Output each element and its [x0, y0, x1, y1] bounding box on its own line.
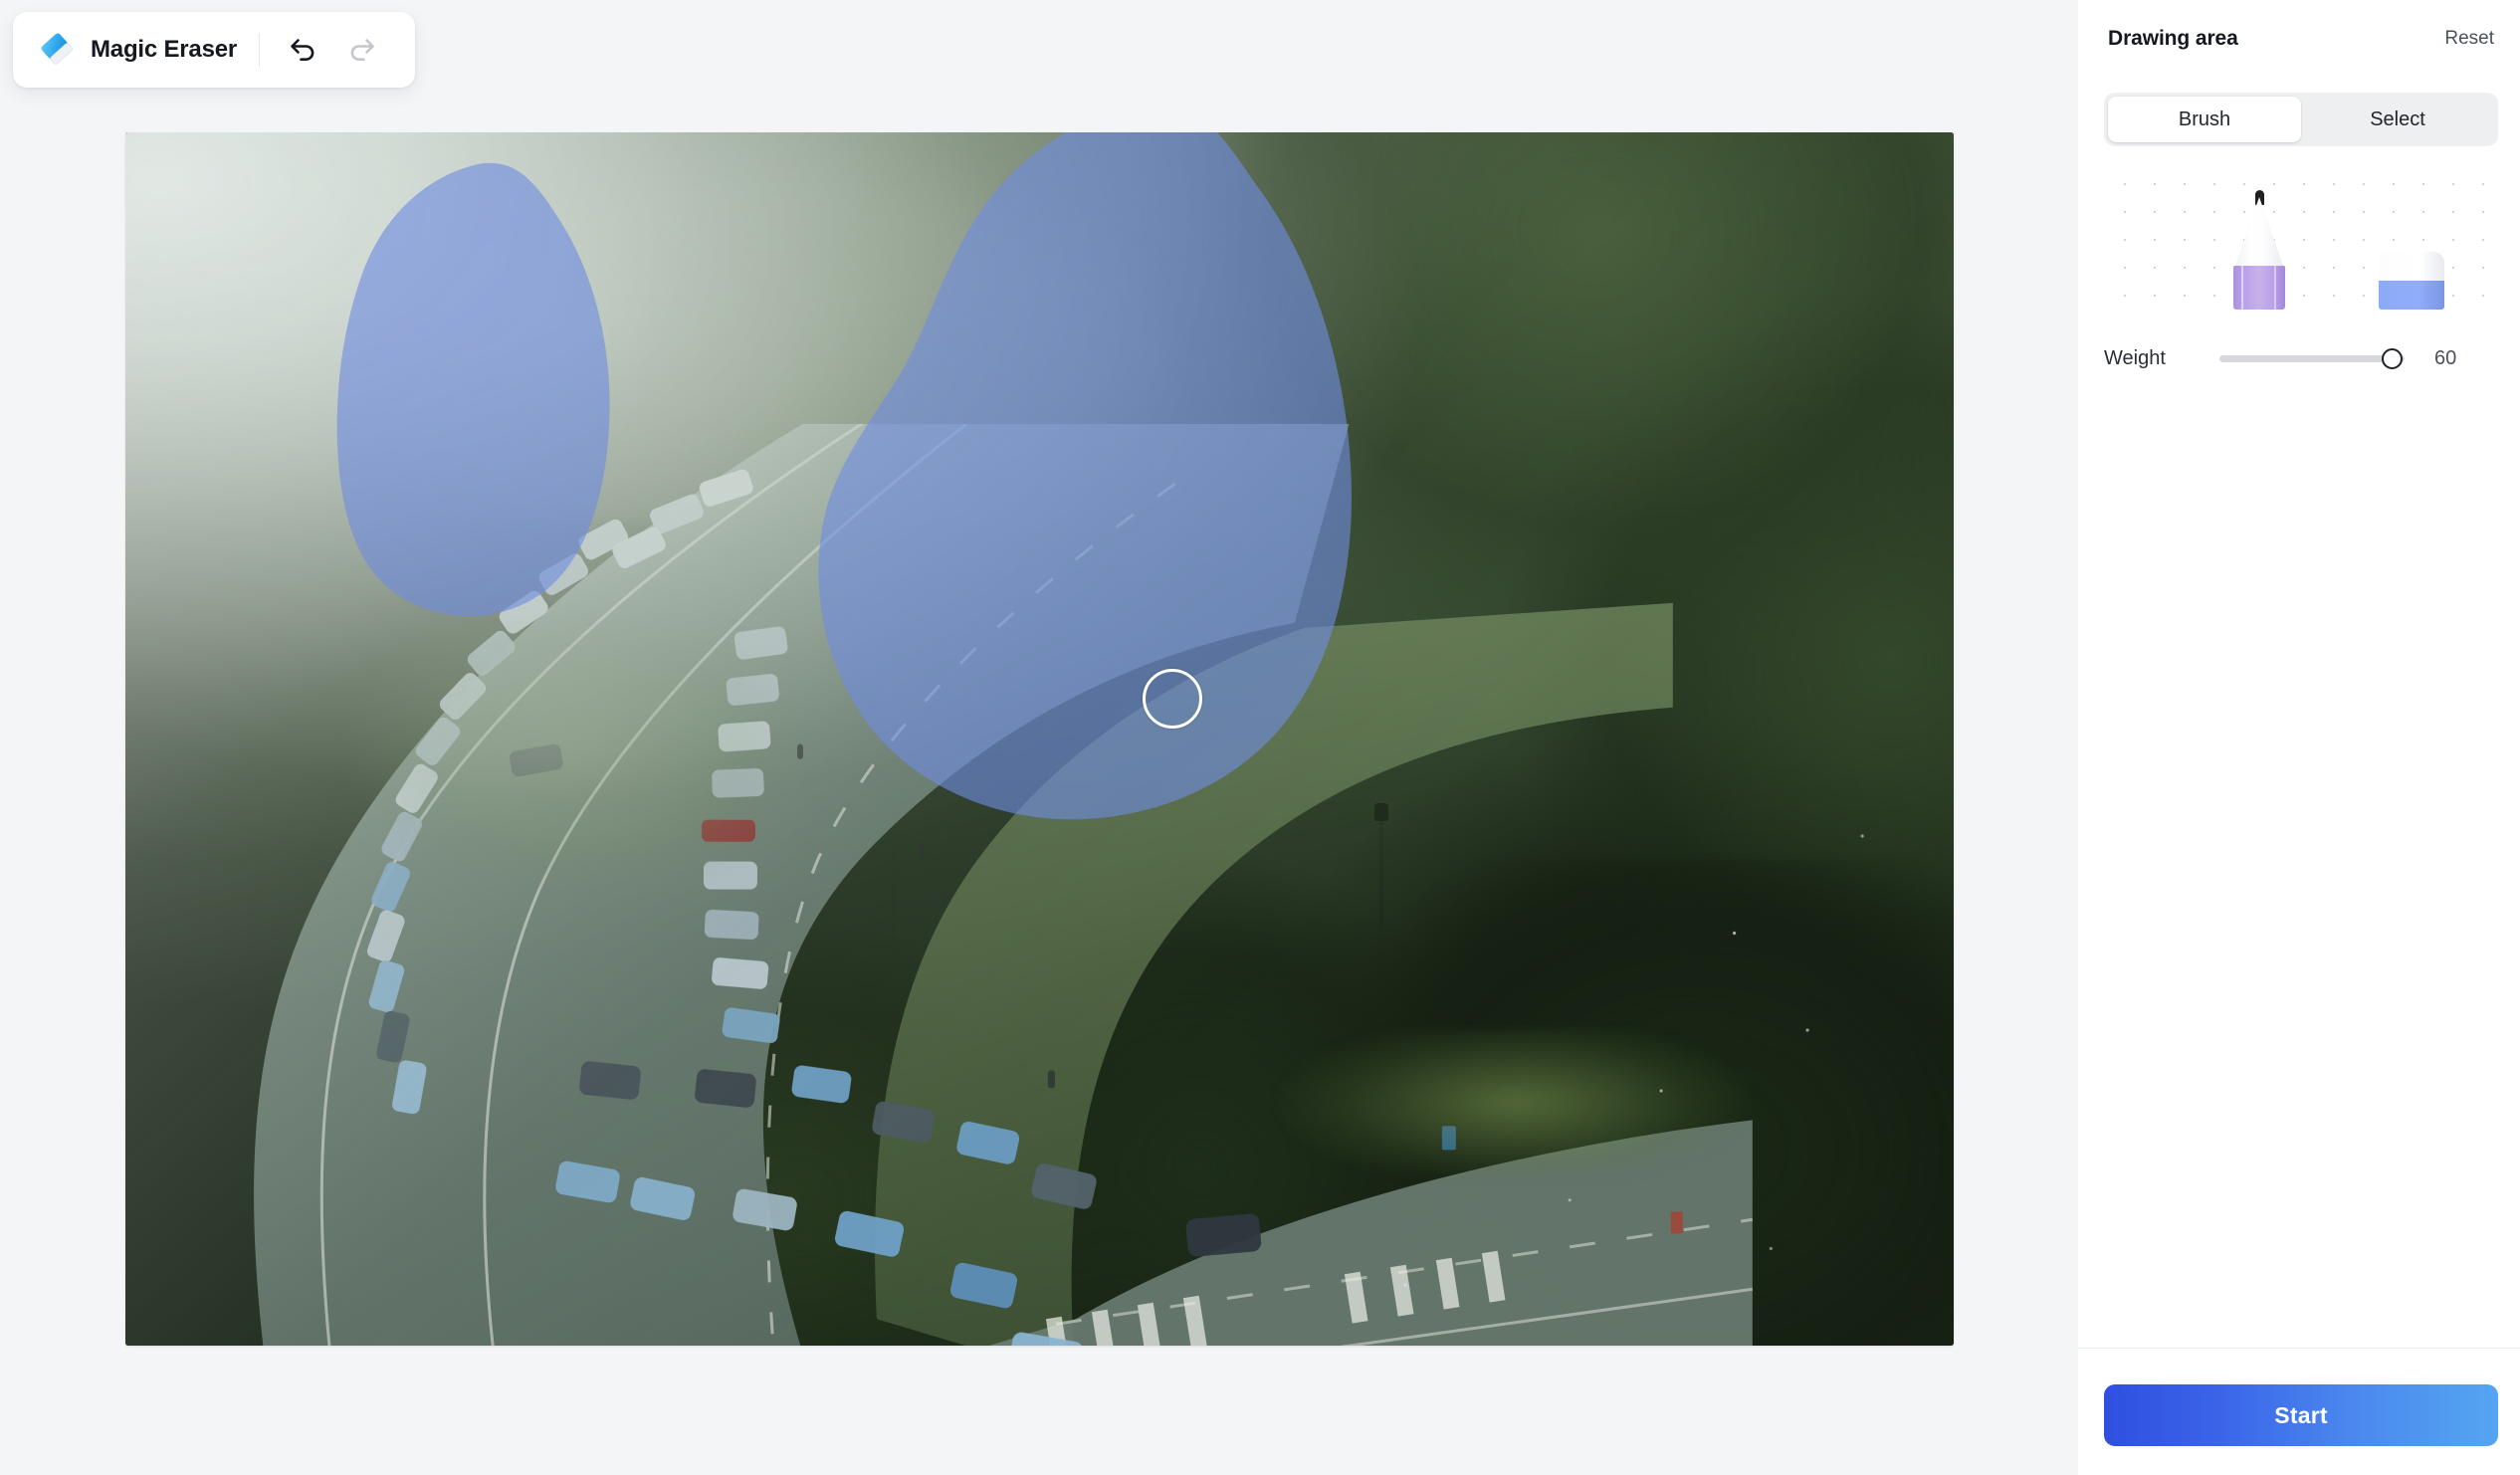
weight-slider-track[interactable]	[2219, 355, 2405, 362]
tab-brush[interactable]: Brush	[2108, 97, 2301, 142]
floating-toolbar: Magic Eraser	[13, 12, 416, 88]
toolbar-divider	[259, 33, 261, 67]
eraser-block-bottom	[2379, 281, 2444, 310]
weight-slider[interactable]	[2219, 348, 2405, 369]
pencil-body	[2233, 266, 2285, 310]
reset-button[interactable]: Reset	[2444, 28, 2494, 50]
workspace: Magic Eraser	[0, 0, 2078, 1475]
panel-divider	[2078, 1348, 2520, 1349]
tab-select[interactable]: Select	[2301, 97, 2494, 142]
weight-control: Weight 60	[2104, 341, 2502, 375]
pencil-icon	[2233, 190, 2285, 310]
right-mask-blob	[818, 132, 1352, 820]
undo-button[interactable]	[280, 27, 325, 73]
right-panel: Drawing area Reset Brush Select Weight 6…	[2078, 0, 2520, 1475]
eraser-block-top	[2379, 252, 2444, 281]
eraser-icon	[39, 31, 77, 69]
redo-arrow-icon	[346, 35, 378, 65]
magic-eraser-app: Magic Eraser Drawing area Reset Brush Se…	[0, 0, 2520, 1475]
left-mask-blob	[336, 162, 610, 617]
panel-header: Drawing area Reset	[2108, 24, 2494, 54]
weight-slider-thumb[interactable]	[2382, 348, 2403, 369]
app-title: Magic Eraser	[91, 36, 238, 63]
panel-title: Drawing area	[2108, 27, 2238, 50]
image-canvas[interactable]	[125, 132, 1954, 1346]
eraser-block-icon	[2379, 252, 2444, 310]
brush-mask-layer	[125, 132, 1954, 1346]
undo-arrow-icon	[287, 35, 318, 65]
redo-button[interactable]	[339, 27, 385, 73]
brush-illustration	[2104, 164, 2498, 310]
start-button[interactable]: Start	[2104, 1384, 2498, 1446]
weight-value: 60	[2434, 346, 2457, 369]
weight-label: Weight	[2104, 346, 2166, 369]
mode-segmented-control: Brush Select	[2104, 93, 2498, 146]
pencil-cone	[2234, 197, 2284, 269]
